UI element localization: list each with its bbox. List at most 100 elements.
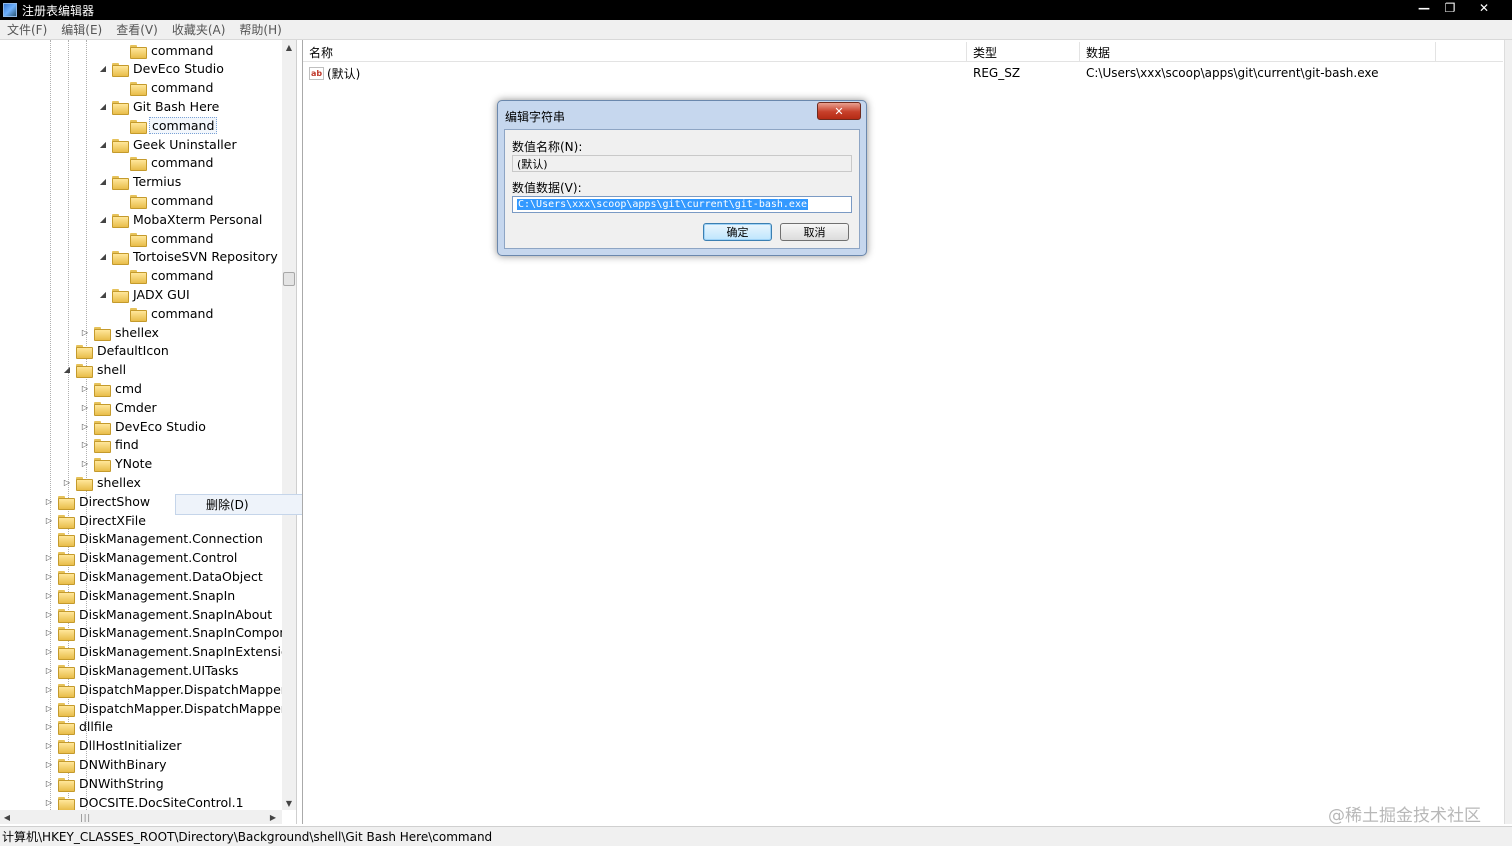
value-data-selected-text[interactable]: C:\Users\xxx\scoop\apps\git\current\git-… bbox=[517, 199, 808, 210]
scroll-grip-icon[interactable]: ||| bbox=[80, 813, 91, 822]
tree-item[interactable]: ▷ Cmder bbox=[80, 398, 159, 416]
collapsed-triangle-icon[interactable]: ▷ bbox=[44, 567, 54, 585]
tree-item[interactable]: ▷ DirectShow bbox=[44, 492, 152, 510]
tree-item[interactable]: command bbox=[116, 116, 218, 134]
collapsed-triangle-icon[interactable]: ▷ bbox=[44, 755, 54, 773]
values-list: 名称 类型 数据 ab (默认) REG_SZ C:\Users\xxx\sco… bbox=[302, 40, 1512, 824]
expanded-triangle-icon[interactable]: ◢ bbox=[98, 97, 108, 115]
expanded-triangle-icon[interactable]: ◢ bbox=[98, 135, 108, 153]
tree-item[interactable]: ▷ DispatchMapper.DispatchMapper bbox=[44, 680, 282, 698]
menu-favorites[interactable]: 收藏夹(A) bbox=[165, 21, 233, 38]
collapsed-triangle-icon[interactable]: ▷ bbox=[44, 774, 54, 792]
tree-item[interactable]: ▷ shellex bbox=[62, 473, 143, 491]
dialog-close-button[interactable]: ✕ bbox=[817, 102, 861, 120]
tree-item[interactable]: DefaultIcon bbox=[62, 342, 171, 360]
collapsed-triangle-icon[interactable]: ▷ bbox=[80, 455, 90, 473]
menu-help[interactable]: 帮助(H) bbox=[232, 21, 288, 38]
expanded-triangle-icon[interactable]: ◢ bbox=[62, 361, 72, 379]
tree-item[interactable]: ◢ DevEco Studio bbox=[98, 60, 226, 78]
collapsed-triangle-icon[interactable]: ▷ bbox=[44, 549, 54, 567]
tree-item[interactable]: ▷ find bbox=[80, 436, 141, 454]
collapsed-triangle-icon[interactable]: ▷ bbox=[44, 793, 54, 810]
scroll-right-arrow-icon[interactable]: ▶ bbox=[266, 810, 280, 824]
tree-item[interactable]: ◢ Geek Uninstaller bbox=[98, 135, 239, 153]
tree-item[interactable]: ▷ DiskManagement.UITasks bbox=[44, 661, 241, 679]
menu-view[interactable]: 查看(V) bbox=[109, 21, 165, 38]
minimize-button[interactable]: — bbox=[1412, 0, 1436, 16]
collapsed-triangle-icon[interactable]: ▷ bbox=[80, 398, 90, 416]
scroll-down-arrow-icon[interactable]: ▼ bbox=[282, 796, 296, 810]
tree-item[interactable]: ▷ cmd bbox=[80, 379, 144, 397]
tree-item[interactable]: command bbox=[116, 191, 215, 209]
collapsed-triangle-icon[interactable]: ▷ bbox=[44, 511, 54, 529]
tree-vertical-scrollbar[interactable]: ▲ ▼ bbox=[282, 40, 296, 810]
tree-item[interactable]: ▷ DispatchMapper.DispatchMapper.1 bbox=[44, 699, 282, 717]
menu-file[interactable]: 文件(F) bbox=[0, 21, 54, 38]
collapsed-triangle-icon[interactable]: ▷ bbox=[62, 473, 72, 491]
tree-item[interactable]: command bbox=[116, 154, 215, 172]
collapsed-triangle-icon[interactable]: ▷ bbox=[44, 680, 54, 698]
collapsed-triangle-icon[interactable]: ▷ bbox=[44, 718, 54, 736]
tree-item[interactable]: ◢ JADX GUI bbox=[98, 285, 192, 303]
tree-item[interactable]: ▷ DiskManagement.SnapInExtension bbox=[44, 643, 282, 661]
expanded-triangle-icon[interactable]: ◢ bbox=[98, 285, 108, 303]
tree-item[interactable]: ▷ DevEco Studio bbox=[80, 417, 208, 435]
scroll-up-arrow-icon[interactable]: ▲ bbox=[282, 40, 296, 54]
collapsed-triangle-icon[interactable]: ▷ bbox=[44, 699, 54, 717]
tree-item[interactable]: ◢ Termius bbox=[98, 173, 183, 191]
collapsed-triangle-icon[interactable]: ▷ bbox=[44, 492, 54, 510]
tree-item[interactable]: ▷ shellex bbox=[80, 323, 161, 341]
tree-item[interactable]: command bbox=[116, 41, 215, 59]
value-row[interactable]: ab (默认) REG_SZ C:\Users\xxx\scoop\apps\g… bbox=[303, 64, 1503, 82]
collapsed-triangle-icon[interactable]: ▷ bbox=[44, 643, 54, 661]
context-menu-delete[interactable]: 删除(D) bbox=[206, 496, 249, 513]
tree-item[interactable]: ▷ DiskManagement.SnapIn bbox=[44, 586, 237, 604]
tree-item[interactable]: ▷ DiskManagement.DataObject bbox=[44, 567, 265, 585]
collapsed-triangle-icon[interactable]: ▷ bbox=[80, 379, 90, 397]
tree-item[interactable]: ▷ DirectXFile bbox=[44, 511, 148, 529]
column-header-name[interactable]: 名称 bbox=[303, 42, 967, 62]
collapsed-triangle-icon[interactable]: ▷ bbox=[44, 605, 54, 623]
tree-item[interactable]: ▷ DiskManagement.SnapInAbout bbox=[44, 605, 274, 623]
tree-horizontal-scrollbar[interactable]: ◀ ||| ▶ bbox=[0, 810, 282, 824]
column-header-type[interactable]: 类型 bbox=[967, 42, 1080, 62]
collapsed-triangle-icon[interactable]: ▷ bbox=[44, 661, 54, 679]
collapsed-triangle-icon[interactable]: ▷ bbox=[44, 737, 54, 755]
tree-item[interactable]: ▷ DNWithString bbox=[44, 774, 166, 792]
expanded-triangle-icon[interactable]: ◢ bbox=[98, 248, 108, 266]
tree-item[interactable]: DiskManagement.Connection bbox=[44, 530, 265, 548]
tree-item[interactable]: ▷ DiskManagement.SnapInComponent bbox=[44, 624, 282, 642]
expanded-triangle-icon[interactable]: ◢ bbox=[98, 60, 108, 78]
tree-item[interactable]: command bbox=[116, 229, 215, 247]
tree-item[interactable]: ◢ TortoiseSVN Repository Br bbox=[98, 248, 282, 266]
collapsed-triangle-icon[interactable]: ▷ bbox=[80, 417, 90, 435]
tree-item[interactable]: ▷ DllHostInitializer bbox=[44, 737, 183, 755]
collapsed-triangle-icon[interactable]: ▷ bbox=[80, 323, 90, 341]
restore-button[interactable]: ❐ bbox=[1438, 0, 1462, 16]
collapsed-triangle-icon[interactable]: ▷ bbox=[44, 586, 54, 604]
close-window-button[interactable]: ✕ bbox=[1464, 0, 1504, 16]
collapsed-triangle-icon[interactable]: ▷ bbox=[44, 624, 54, 642]
tree-item[interactable]: ▷ DOCSITE.DocSiteControl.1 bbox=[44, 793, 246, 810]
list-vertical-scrollbar[interactable] bbox=[1504, 40, 1512, 824]
tree-item[interactable]: ◢ Git Bash Here bbox=[98, 97, 221, 115]
tree-item[interactable]: command bbox=[116, 304, 215, 322]
expanded-triangle-icon[interactable]: ◢ bbox=[98, 210, 108, 228]
tree-item[interactable]: command bbox=[116, 79, 215, 97]
tree-item[interactable]: ▷ dllfile bbox=[44, 718, 115, 736]
collapsed-triangle-icon[interactable]: ▷ bbox=[80, 436, 90, 454]
tree-item[interactable]: ◢ MobaXterm Personal bbox=[98, 210, 264, 228]
tree-item[interactable]: ▷ YNote bbox=[80, 455, 154, 473]
value-data-input[interactable]: C:\Users\xxx\scoop\apps\git\current\git-… bbox=[512, 196, 852, 213]
ok-button[interactable]: 确定 bbox=[703, 223, 772, 241]
tree-scroll-thumb[interactable] bbox=[283, 272, 295, 286]
tree-item[interactable]: command bbox=[116, 267, 215, 285]
tree-item[interactable]: ▷ DNWithBinary bbox=[44, 755, 169, 773]
cancel-button[interactable]: 取消 bbox=[780, 223, 849, 241]
scroll-left-arrow-icon[interactable]: ◀ bbox=[0, 810, 14, 824]
column-header-data[interactable]: 数据 bbox=[1080, 42, 1436, 62]
menu-edit[interactable]: 编辑(E) bbox=[54, 21, 109, 38]
tree-item[interactable]: ▷ DiskManagement.Control bbox=[44, 549, 239, 567]
tree-item[interactable]: ◢ shell bbox=[62, 361, 128, 379]
expanded-triangle-icon[interactable]: ◢ bbox=[98, 173, 108, 191]
